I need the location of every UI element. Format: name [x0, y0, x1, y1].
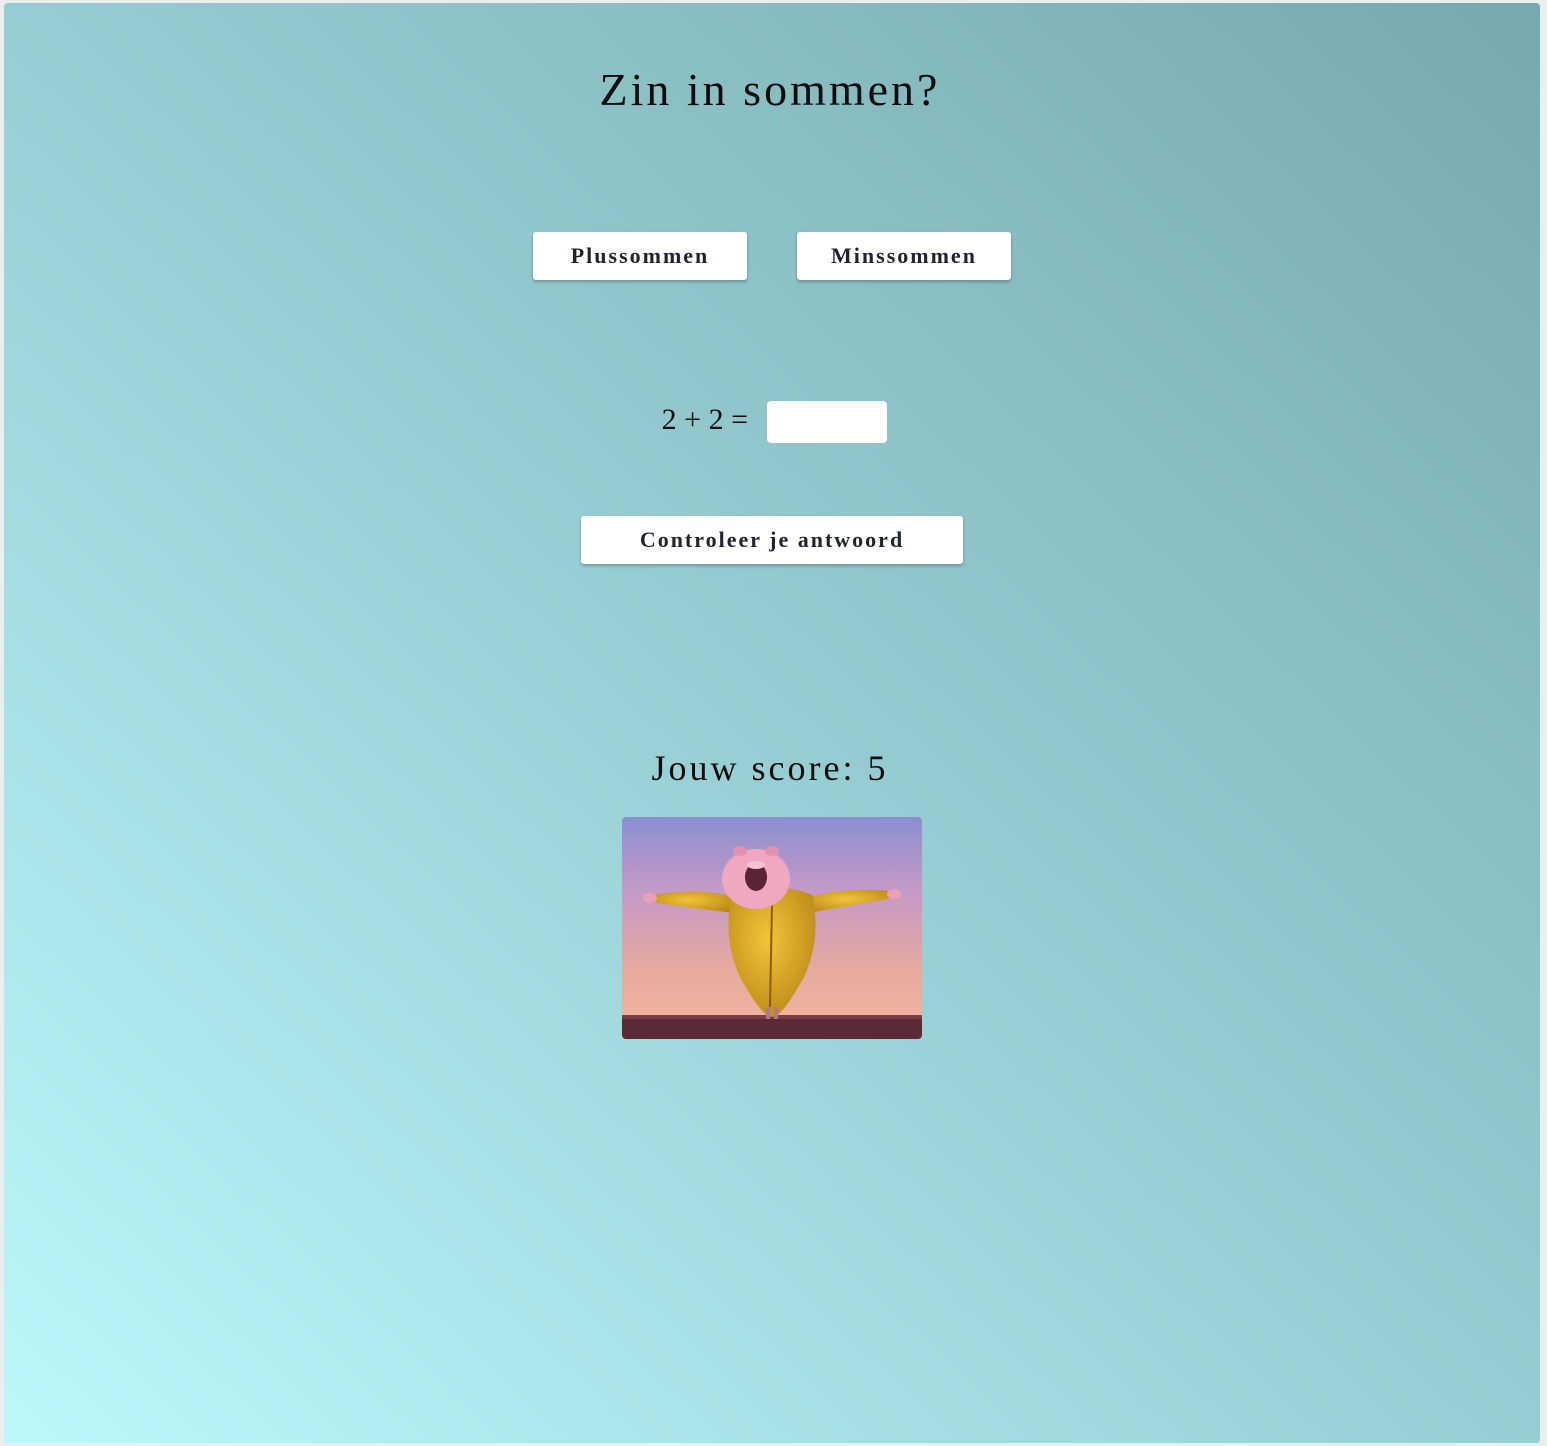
page-background: Zin in sommen? Plussommen Minssommen 2 +… [4, 3, 1540, 1443]
answer-input[interactable] [767, 401, 887, 443]
minus-sums-button[interactable]: Minssommen [797, 232, 1011, 280]
singing-pig-icon [622, 817, 922, 1039]
score-label: Jouw score: [651, 748, 856, 788]
sum-question: 2 + 2 = [661, 403, 748, 436]
check-answer-button[interactable]: Controleer je antwoord [581, 516, 963, 564]
score-display: Jouw score: 5 [4, 747, 1536, 789]
reward-image [622, 817, 922, 1039]
score-value: 5 [867, 748, 889, 788]
plus-sums-button[interactable]: Plussommen [533, 232, 747, 280]
page-title: Zin in sommen? [599, 64, 941, 115]
